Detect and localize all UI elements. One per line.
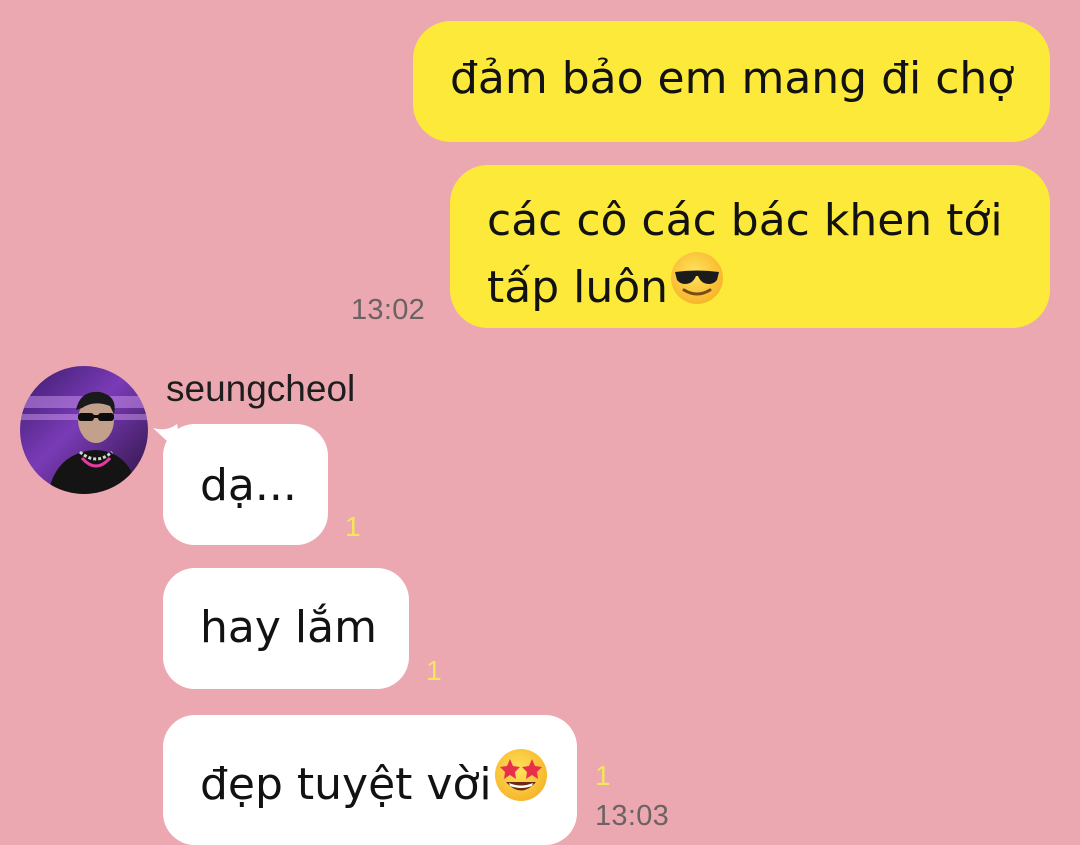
unread-count: 1 xyxy=(426,655,442,686)
unread-count: 1 xyxy=(595,760,611,791)
outgoing-message[interactable]: đảm bảo em mang đi chợ xyxy=(413,21,1050,142)
message-text: đảm bảo em mang đi chợ xyxy=(450,53,1015,104)
incoming-message[interactable]: đẹp tuyệt vời xyxy=(163,715,577,845)
star-struck-icon xyxy=(493,747,549,817)
message-text: đẹp tuyệt vời xyxy=(200,759,492,810)
unread-count: 1 xyxy=(345,511,361,542)
message-text: dạ... xyxy=(200,460,297,511)
avatar[interactable] xyxy=(20,366,148,494)
contact-name: seungcheol xyxy=(166,368,356,409)
outgoing-message[interactable]: các cô các bác khen tới tấp luôn xyxy=(450,165,1050,328)
timestamp: 13:03 xyxy=(595,800,670,832)
timestamp: 13:02 xyxy=(351,294,426,326)
smiling-face-with-sunglasses-icon xyxy=(669,250,725,321)
incoming-message[interactable]: hay lắm xyxy=(163,568,409,689)
chat-area[interactable]: đảm bảo em mang đi chợ các cô các bác kh… xyxy=(0,0,1080,845)
incoming-message[interactable]: dạ... xyxy=(163,424,328,545)
message-text-line-2: tấp luôn xyxy=(487,262,669,313)
message-text-line-1: các cô các bác khen tới xyxy=(487,195,1003,246)
message-text: hay lắm xyxy=(200,602,377,653)
